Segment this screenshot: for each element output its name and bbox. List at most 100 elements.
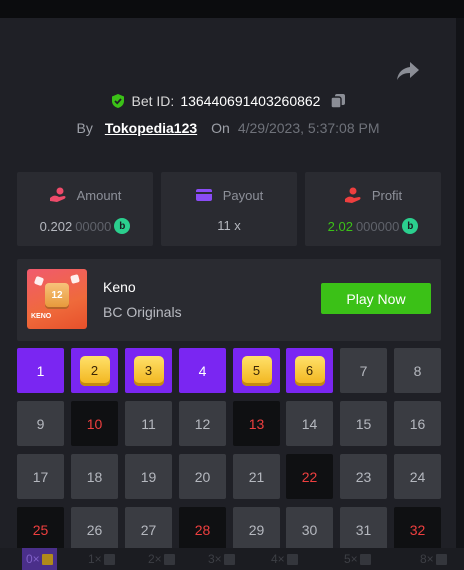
profit-value-dim: 000000 — [355, 218, 400, 234]
gem-count-icon — [163, 553, 175, 565]
keno-cell-2[interactable]: 2 — [71, 348, 118, 393]
gem-count-icon — [286, 553, 298, 565]
keno-cell-10[interactable]: 10 — [71, 401, 118, 446]
keno-cell-11[interactable]: 11 — [125, 401, 172, 446]
keno-cell-6[interactable]: 6 — [286, 348, 333, 393]
keno-cell-27[interactable]: 27 — [125, 507, 172, 548]
username-link[interactable]: Tokopedia123 — [105, 120, 197, 136]
keno-cell-19[interactable]: 19 — [125, 454, 172, 499]
keno-number: 15 — [355, 415, 372, 432]
multiplier-label: 3× — [208, 552, 222, 566]
keno-number: 10 — [86, 415, 103, 432]
copy-icon[interactable] — [330, 93, 346, 109]
payout-multiplier-0: 0× — [22, 548, 57, 570]
keno-number: 7 — [359, 362, 368, 379]
keno-number: 23 — [355, 468, 372, 485]
profit-card: Profit 2.02 000000 b — [305, 172, 441, 246]
keno-cell-17[interactable]: 17 — [17, 454, 64, 499]
keno-number: 18 — [86, 468, 103, 485]
keno-cell-23[interactable]: 23 — [340, 454, 387, 499]
keno-cell-24[interactable]: 24 — [394, 454, 441, 499]
keno-cell-21[interactable]: 21 — [233, 454, 280, 499]
payout-multiplier-5: 5× — [344, 548, 371, 570]
keno-cell-26[interactable]: 26 — [71, 507, 118, 548]
thumbnail-label: KENO — [31, 313, 52, 320]
payout-multiplier-bar: 0× 1× 2× 3× 4× 5× 8× — [0, 548, 464, 570]
amount-value-main: 0.202 — [39, 218, 73, 234]
gem-icon: 2 — [79, 355, 110, 386]
keno-number: 9 — [36, 415, 45, 432]
gem-count-icon — [359, 553, 371, 565]
keno-number: 31 — [355, 521, 372, 538]
keno-cell-20[interactable]: 20 — [179, 454, 226, 499]
keno-cell-5[interactable]: 5 — [233, 348, 280, 393]
keno-cell-32[interactable]: 32 — [394, 507, 441, 548]
keno-cell-3[interactable]: 3 — [125, 348, 172, 393]
by-label: By — [76, 120, 93, 136]
keno-number: 27 — [140, 521, 157, 538]
keno-cell-14[interactable]: 14 — [286, 401, 333, 446]
payout-card: Payout 11 x — [161, 172, 297, 246]
keno-cell-16[interactable]: 16 — [394, 401, 441, 446]
keno-cell-28[interactable]: 28 — [179, 507, 226, 548]
gem-count-icon — [435, 553, 447, 565]
game-provider: BC Originals — [103, 304, 182, 320]
keno-number: 13 — [248, 415, 265, 432]
keno-cell-4[interactable]: 4 — [179, 348, 226, 393]
multiplier-label: 4× — [271, 552, 285, 566]
coin-icon: b — [114, 218, 131, 234]
profit-hand-icon — [344, 187, 361, 203]
profit-value-main: 2.02 — [327, 218, 353, 234]
keno-cell-18[interactable]: 18 — [71, 454, 118, 499]
gem-count-icon — [223, 553, 235, 565]
keno-number: 30 — [301, 521, 318, 538]
gem-icon: 5 — [241, 355, 272, 386]
keno-cell-9[interactable]: 9 — [17, 401, 64, 446]
share-icon[interactable] — [396, 60, 420, 82]
amount-card: Amount 0.202 00000 b — [17, 172, 153, 246]
wallet-icon — [195, 189, 212, 201]
keno-cell-8[interactable]: 8 — [394, 348, 441, 393]
top-bar — [0, 0, 464, 18]
play-now-button[interactable]: Play Now — [321, 283, 431, 314]
payout-value: 11 x — [217, 218, 241, 233]
bet-date: 4/29/2023, 5:37:08 PM — [237, 120, 380, 136]
payout-multiplier-1: 1× — [88, 548, 115, 570]
keno-number: 28 — [194, 521, 211, 538]
keno-cell-29[interactable]: 29 — [233, 507, 280, 548]
game-name: Keno — [103, 279, 136, 295]
keno-cell-30[interactable]: 30 — [286, 507, 333, 548]
scroll-edge — [456, 18, 464, 548]
keno-cell-12[interactable]: 12 — [179, 401, 226, 446]
keno-number: 17 — [32, 468, 49, 485]
bet-id-value: 136440691403260862 — [180, 93, 321, 109]
keno-number: 11 — [141, 415, 156, 432]
gem-count-icon — [41, 553, 53, 565]
keno-number: 20 — [194, 468, 211, 485]
gem-icon: 6 — [294, 355, 325, 386]
gem-count-icon — [103, 553, 115, 565]
bet-author-row: By Tokopedia123 On 4/29/2023, 5:37:08 PM — [0, 117, 456, 139]
coin-icon: b — [402, 218, 419, 234]
keno-cell-25[interactable]: 25 — [17, 507, 64, 548]
amount-value-dim: 00000 — [75, 218, 112, 234]
gem-icon: 3 — [133, 355, 164, 386]
keno-cell-15[interactable]: 15 — [340, 401, 387, 446]
keno-cell-13[interactable]: 13 — [233, 401, 280, 446]
keno-number: 32 — [409, 521, 426, 538]
keno-number: 16 — [409, 415, 426, 432]
dice-icon — [33, 275, 45, 287]
keno-cell-1[interactable]: 1 — [17, 348, 64, 393]
payout-multiplier-2: 2× — [148, 548, 175, 570]
payout-multiplier-4: 4× — [271, 548, 298, 570]
keno-cell-22[interactable]: 22 — [286, 454, 333, 499]
bet-id-row: Bet ID: 136440691403260862 — [0, 90, 456, 112]
multiplier-label: 0× — [26, 552, 40, 566]
multiplier-label: 1× — [88, 552, 102, 566]
keno-cell-7[interactable]: 7 — [340, 348, 387, 393]
keno-cube-icon: 12 — [45, 283, 69, 307]
keno-cell-31[interactable]: 31 — [340, 507, 387, 548]
keno-number: 14 — [301, 415, 318, 432]
keno-number: 4 — [198, 362, 207, 379]
keno-thumbnail[interactable]: 12 KENO — [27, 269, 87, 329]
